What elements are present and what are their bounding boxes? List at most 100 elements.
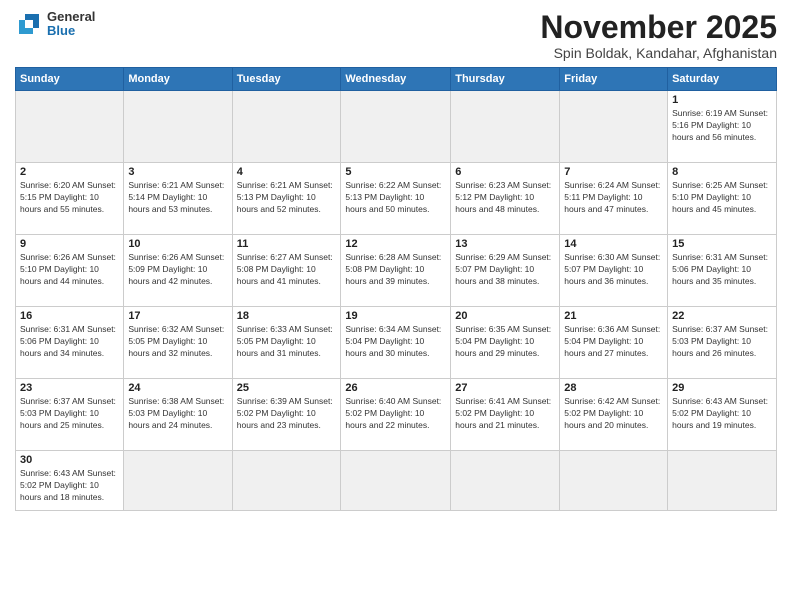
table-row <box>560 451 668 511</box>
day-number: 8 <box>672 166 772 178</box>
table-row: 10Sunrise: 6:26 AM Sunset: 5:09 PM Dayli… <box>124 235 232 307</box>
day-info: Sunrise: 6:19 AM Sunset: 5:16 PM Dayligh… <box>672 108 772 144</box>
day-number: 12 <box>345 238 446 250</box>
page: General Blue November 2025 Spin Boldak, … <box>0 0 792 612</box>
day-number: 20 <box>455 310 555 322</box>
day-number: 6 <box>455 166 555 178</box>
day-info: Sunrise: 6:43 AM Sunset: 5:02 PM Dayligh… <box>672 396 772 432</box>
table-row <box>232 91 341 163</box>
day-info: Sunrise: 6:23 AM Sunset: 5:12 PM Dayligh… <box>455 180 555 216</box>
table-row: 6 Sunrise: 6:23 AM Sunset: 5:12 PM Daylig… <box>451 163 560 235</box>
calendar-header-row: Sunday Monday Tuesday Wednesday Thursday… <box>16 68 777 91</box>
col-friday: Friday <box>560 68 668 91</box>
day-info: Sunrise: 6:29 AM Sunset: 5:07 PM Dayligh… <box>455 252 555 288</box>
logo-icon <box>15 10 43 38</box>
month-title: November 2025 <box>540 10 777 45</box>
day-info: Sunrise: 6:21 AM Sunset: 5:14 PM Dayligh… <box>128 180 227 216</box>
table-row: 15 Sunrise: 6:31 AM Sunset: 5:06 PM Dayli… <box>668 235 777 307</box>
table-row <box>668 451 777 511</box>
table-row <box>560 91 668 163</box>
day-info: Sunrise: 6:31 AM Sunset: 5:06 PM Dayligh… <box>672 252 772 288</box>
table-row: 21 Sunrise: 6:36 AM Sunset: 5:04 PM Dayli… <box>560 307 668 379</box>
day-info: Sunrise: 6:41 AM Sunset: 5:02 PM Dayligh… <box>455 396 555 432</box>
table-row: 19 Sunrise: 6:34 AM Sunset: 5:04 PM Dayli… <box>341 307 451 379</box>
table-row <box>124 91 232 163</box>
day-number: 11 <box>237 238 337 250</box>
col-monday: Monday <box>124 68 232 91</box>
table-row: 12 Sunrise: 6:28 AM Sunset: 5:08 PM Dayli… <box>341 235 451 307</box>
table-row <box>341 91 451 163</box>
table-row: 24 Sunrise: 6:38 AM Sunset: 5:03 PM Dayli… <box>124 379 232 451</box>
day-number: 16 <box>20 310 119 322</box>
day-number: 4 <box>237 166 337 178</box>
day-info: Sunrise: 6:27 AM Sunset: 5:08 PM Dayligh… <box>237 252 337 288</box>
subtitle: Spin Boldak, Kandahar, Afghanistan <box>540 45 777 61</box>
table-row: 1 Sunrise: 6:19 AM Sunset: 5:16 PM Daylig… <box>668 91 777 163</box>
day-info: Sunrise: 6:39 AM Sunset: 5:02 PM Dayligh… <box>237 396 337 432</box>
table-row: 4 Sunrise: 6:21 AM Sunset: 5:13 PM Daylig… <box>232 163 341 235</box>
logo: General Blue <box>15 10 95 39</box>
day-number: 5 <box>345 166 446 178</box>
day-info: Sunrise: 6:36 AM Sunset: 5:04 PM Dayligh… <box>564 324 663 360</box>
day-info: Sunrise: 6:37 AM Sunset: 5:03 PM Dayligh… <box>20 396 119 432</box>
table-row: 18Sunrise: 6:33 AM Sunset: 5:05 PM Dayli… <box>232 307 341 379</box>
day-info: Sunrise: 6:30 AM Sunset: 5:07 PM Dayligh… <box>564 252 663 288</box>
day-info: Sunrise: 6:43 AM Sunset: 5:02 PM Dayligh… <box>20 468 119 504</box>
col-wednesday: Wednesday <box>341 68 451 91</box>
day-info: Sunrise: 6:26 AM Sunset: 5:10 PM Dayligh… <box>20 252 119 288</box>
table-row <box>451 91 560 163</box>
day-number: 13 <box>455 238 555 250</box>
table-row: 26 Sunrise: 6:40 AM Sunset: 5:02 PM Dayli… <box>341 379 451 451</box>
day-number: 2 <box>20 166 119 178</box>
calendar-table: Sunday Monday Tuesday Wednesday Thursday… <box>15 67 777 511</box>
day-number: 15 <box>672 238 772 250</box>
table-row: 3Sunrise: 6:21 AM Sunset: 5:14 PM Daylig… <box>124 163 232 235</box>
header: General Blue November 2025 Spin Boldak, … <box>15 10 777 61</box>
day-info: Sunrise: 6:33 AM Sunset: 5:05 PM Dayligh… <box>237 324 337 360</box>
day-number: 22 <box>672 310 772 322</box>
day-number: 24 <box>128 382 227 394</box>
table-row <box>232 451 341 511</box>
logo-text: General Blue <box>47 10 95 39</box>
day-number: 29 <box>672 382 772 394</box>
day-info: Sunrise: 6:37 AM Sunset: 5:03 PM Dayligh… <box>672 324 772 360</box>
day-info: Sunrise: 6:21 AM Sunset: 5:13 PM Dayligh… <box>237 180 337 216</box>
table-row: 9 Sunrise: 6:26 AM Sunset: 5:10 PM Daylig… <box>16 235 124 307</box>
table-row: 28Sunrise: 6:42 AM Sunset: 5:02 PM Dayli… <box>560 379 668 451</box>
day-info: Sunrise: 6:20 AM Sunset: 5:15 PM Dayligh… <box>20 180 119 216</box>
day-info: Sunrise: 6:32 AM Sunset: 5:05 PM Dayligh… <box>128 324 227 360</box>
table-row: 11 Sunrise: 6:27 AM Sunset: 5:08 PM Dayli… <box>232 235 341 307</box>
day-info: Sunrise: 6:42 AM Sunset: 5:02 PM Dayligh… <box>564 396 663 432</box>
day-number: 25 <box>237 382 337 394</box>
table-row: 5Sunrise: 6:22 AM Sunset: 5:13 PM Daylig… <box>341 163 451 235</box>
day-info: Sunrise: 6:40 AM Sunset: 5:02 PM Dayligh… <box>345 396 446 432</box>
table-row: 8Sunrise: 6:25 AM Sunset: 5:10 PM Daylig… <box>668 163 777 235</box>
table-row: 17Sunrise: 6:32 AM Sunset: 5:05 PM Dayli… <box>124 307 232 379</box>
day-number: 26 <box>345 382 446 394</box>
table-row: 30 Sunrise: 6:43 AM Sunset: 5:02 PM Dayli… <box>16 451 124 511</box>
day-number: 30 <box>20 454 119 466</box>
table-row: 25 Sunrise: 6:39 AM Sunset: 5:02 PM Dayli… <box>232 379 341 451</box>
day-info: Sunrise: 6:34 AM Sunset: 5:04 PM Dayligh… <box>345 324 446 360</box>
day-info: Sunrise: 6:35 AM Sunset: 5:04 PM Dayligh… <box>455 324 555 360</box>
title-area: November 2025 Spin Boldak, Kandahar, Afg… <box>540 10 777 61</box>
day-info: Sunrise: 6:28 AM Sunset: 5:08 PM Dayligh… <box>345 252 446 288</box>
day-number: 23 <box>20 382 119 394</box>
day-number: 1 <box>672 94 772 106</box>
day-number: 19 <box>345 310 446 322</box>
table-row: 7Sunrise: 6:24 AM Sunset: 5:11 PM Daylig… <box>560 163 668 235</box>
table-row: 20 Sunrise: 6:35 AM Sunset: 5:04 PM Dayli… <box>451 307 560 379</box>
table-row: 22 Sunrise: 6:37 AM Sunset: 5:03 PM Dayli… <box>668 307 777 379</box>
day-info: Sunrise: 6:38 AM Sunset: 5:03 PM Dayligh… <box>128 396 227 432</box>
col-thursday: Thursday <box>451 68 560 91</box>
logo-general-text: General <box>47 10 95 24</box>
day-number: 7 <box>564 166 663 178</box>
day-number: 9 <box>20 238 119 250</box>
day-number: 21 <box>564 310 663 322</box>
table-row: 2 Sunrise: 6:20 AM Sunset: 5:15 PM Daylig… <box>16 163 124 235</box>
table-row <box>341 451 451 511</box>
table-row: 23 Sunrise: 6:37 AM Sunset: 5:03 PM Dayli… <box>16 379 124 451</box>
day-number: 14 <box>564 238 663 250</box>
table-row: 27Sunrise: 6:41 AM Sunset: 5:02 PM Dayli… <box>451 379 560 451</box>
col-tuesday: Tuesday <box>232 68 341 91</box>
